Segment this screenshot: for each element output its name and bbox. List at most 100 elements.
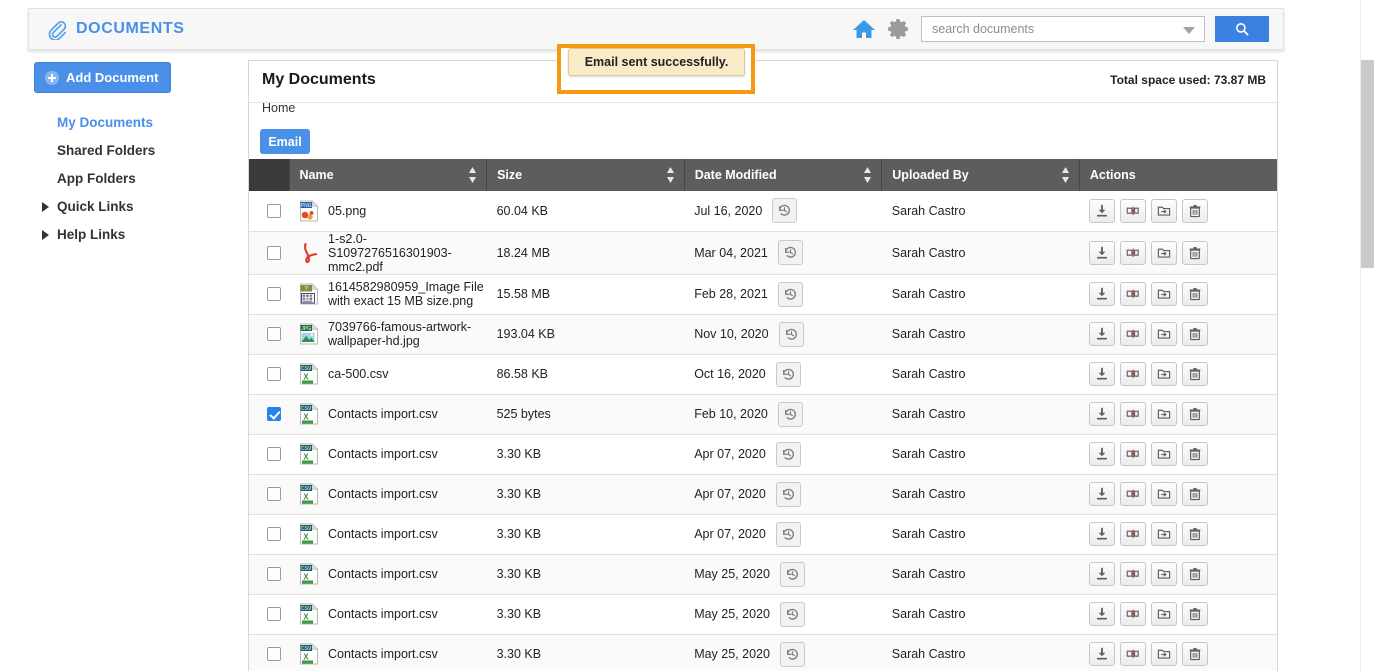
move-folder-icon[interactable]: [1151, 362, 1178, 386]
row-checkbox[interactable]: [267, 607, 281, 622]
table-row[interactable]: CSV X Contacts import.csv 3.30 KB May 25, 20…: [249, 554, 1277, 595]
file-name-label[interactable]: Contacts import.csv: [328, 527, 438, 541]
move-folder-icon[interactable]: [1151, 402, 1178, 426]
download-icon[interactable]: [1089, 402, 1116, 426]
move-folder-icon[interactable]: [1151, 282, 1178, 306]
version-history-icon[interactable]: [775, 441, 801, 467]
trash-icon[interactable]: [1182, 240, 1209, 265]
column-header-date[interactable]: Date Modified: [684, 159, 883, 191]
share-link-icon[interactable]: [1120, 240, 1147, 265]
download-icon[interactable]: [1089, 562, 1116, 586]
sidebar-item-my-documents[interactable]: My Documents: [34, 108, 234, 136]
row-checkbox[interactable]: [267, 287, 281, 302]
move-folder-icon[interactable]: [1151, 642, 1178, 666]
download-icon[interactable]: [1089, 282, 1116, 306]
column-header-size[interactable]: Size: [486, 159, 685, 191]
download-icon[interactable]: [1089, 482, 1116, 506]
share-link-icon[interactable]: [1120, 402, 1147, 426]
row-checkbox[interactable]: [267, 367, 281, 382]
row-checkbox[interactable]: [267, 647, 281, 662]
move-folder-icon[interactable]: [1151, 562, 1178, 586]
share-link-icon[interactable]: [1120, 482, 1147, 506]
sidebar-item-quick-links[interactable]: Quick Links: [34, 192, 234, 220]
file-name-label[interactable]: 1614582980959_Image File with exact 15 M…: [328, 280, 487, 308]
gear-icon[interactable]: [887, 17, 911, 41]
file-name-label[interactable]: Contacts import.csv: [328, 407, 438, 421]
version-history-icon[interactable]: [778, 321, 804, 347]
share-link-icon[interactable]: [1120, 322, 1147, 346]
search-button[interactable]: [1215, 16, 1269, 42]
table-row[interactable]: CSV X Contacts import.csv 525 bytes Feb 10, …: [249, 394, 1277, 435]
download-icon[interactable]: [1089, 198, 1116, 223]
version-history-icon[interactable]: [775, 521, 801, 547]
sidebar-item-help-links[interactable]: Help Links: [34, 220, 234, 248]
sort-arrows-icon[interactable]: [863, 166, 872, 184]
version-history-icon[interactable]: [779, 641, 805, 667]
sort-arrows-icon[interactable]: [1061, 166, 1070, 184]
search-input[interactable]: [930, 21, 1170, 37]
file-name-label[interactable]: Contacts import.csv: [328, 567, 438, 581]
column-header-name[interactable]: Name: [289, 159, 488, 191]
row-checkbox[interactable]: [267, 527, 281, 542]
chevron-down-icon[interactable]: [1183, 27, 1195, 34]
table-row[interactable]: CSV X Contacts import.csv 3.30 KB Apr 07, 20…: [249, 434, 1277, 475]
table-row[interactable]: PNG 05.png 60.04 KB Jul 16, 2020 Sarah Castr…: [249, 191, 1277, 232]
vertical-scrollbar-track[interactable]: [1360, 0, 1375, 671]
add-document-button[interactable]: Add Document: [34, 62, 171, 93]
search-box[interactable]: [921, 16, 1205, 42]
version-history-icon[interactable]: [777, 401, 803, 427]
version-history-icon[interactable]: [775, 481, 801, 507]
version-history-icon[interactable]: [779, 561, 805, 587]
trash-icon[interactable]: [1182, 602, 1209, 626]
email-button[interactable]: Email: [260, 129, 310, 154]
column-header-by[interactable]: Uploaded By: [881, 159, 1080, 191]
move-folder-icon[interactable]: [1151, 442, 1178, 466]
sidebar-item-shared-folders[interactable]: Shared Folders: [34, 136, 234, 164]
share-link-icon[interactable]: [1120, 198, 1147, 223]
download-icon[interactable]: [1089, 322, 1116, 346]
download-icon[interactable]: [1089, 362, 1116, 386]
table-row[interactable]: CSV X Contacts import.csv 3.30 KB Apr 07, 20…: [249, 474, 1277, 515]
expand-triangle-icon[interactable]: [42, 230, 49, 240]
share-link-icon[interactable]: [1120, 442, 1147, 466]
table-row[interactable]: JPG 7039766-famous-artwork-wallpaper-hd.j…: [249, 314, 1277, 355]
row-checkbox[interactable]: [267, 245, 281, 260]
move-folder-icon[interactable]: [1151, 198, 1178, 223]
file-name-label[interactable]: Contacts import.csv: [328, 447, 438, 461]
share-link-icon[interactable]: [1120, 522, 1147, 546]
trash-icon[interactable]: [1182, 522, 1209, 546]
table-row[interactable]: CSV X Contacts import.csv 3.30 KB May 25, 20…: [249, 594, 1277, 635]
file-name-label[interactable]: 1-s2.0-S1097276516301903-mmc2.pdf: [328, 232, 487, 274]
breadcrumb[interactable]: Home: [262, 101, 295, 115]
trash-icon[interactable]: [1182, 402, 1209, 426]
download-icon[interactable]: [1089, 442, 1116, 466]
move-folder-icon[interactable]: [1151, 522, 1178, 546]
trash-icon[interactable]: [1182, 322, 1209, 346]
download-icon[interactable]: [1089, 240, 1116, 265]
file-name-label[interactable]: Contacts import.csv: [328, 607, 438, 621]
panel-scrollbar[interactable]: [1265, 61, 1274, 671]
download-icon[interactable]: [1089, 522, 1116, 546]
share-link-icon[interactable]: [1120, 562, 1147, 586]
trash-icon[interactable]: [1182, 198, 1209, 223]
trash-icon[interactable]: [1182, 482, 1209, 506]
row-checkbox[interactable]: [267, 567, 281, 582]
sidebar-item-app-folders[interactable]: App Folders: [34, 164, 234, 192]
download-icon[interactable]: [1089, 642, 1116, 666]
sort-arrows-icon[interactable]: [666, 166, 675, 184]
trash-icon[interactable]: [1182, 642, 1209, 666]
share-link-icon[interactable]: [1120, 602, 1147, 626]
file-name-label[interactable]: Contacts import.csv: [328, 647, 438, 661]
home-icon[interactable]: [851, 17, 877, 41]
trash-icon[interactable]: [1182, 362, 1209, 386]
row-checkbox[interactable]: [267, 447, 281, 462]
file-name-label[interactable]: Contacts import.csv: [328, 487, 438, 501]
move-folder-icon[interactable]: [1151, 240, 1178, 265]
row-checkbox[interactable]: [267, 327, 281, 342]
sort-arrows-icon[interactable]: [468, 166, 477, 184]
table-row[interactable]: ? 1614582980959_Image File with exact 15 …: [249, 274, 1277, 315]
table-row[interactable]: 1-s2.0-S1097276516301903-mmc2.pdf 18.24 M…: [249, 231, 1277, 275]
move-folder-icon[interactable]: [1151, 602, 1178, 626]
trash-icon[interactable]: [1182, 562, 1209, 586]
version-history-icon[interactable]: [775, 361, 801, 387]
